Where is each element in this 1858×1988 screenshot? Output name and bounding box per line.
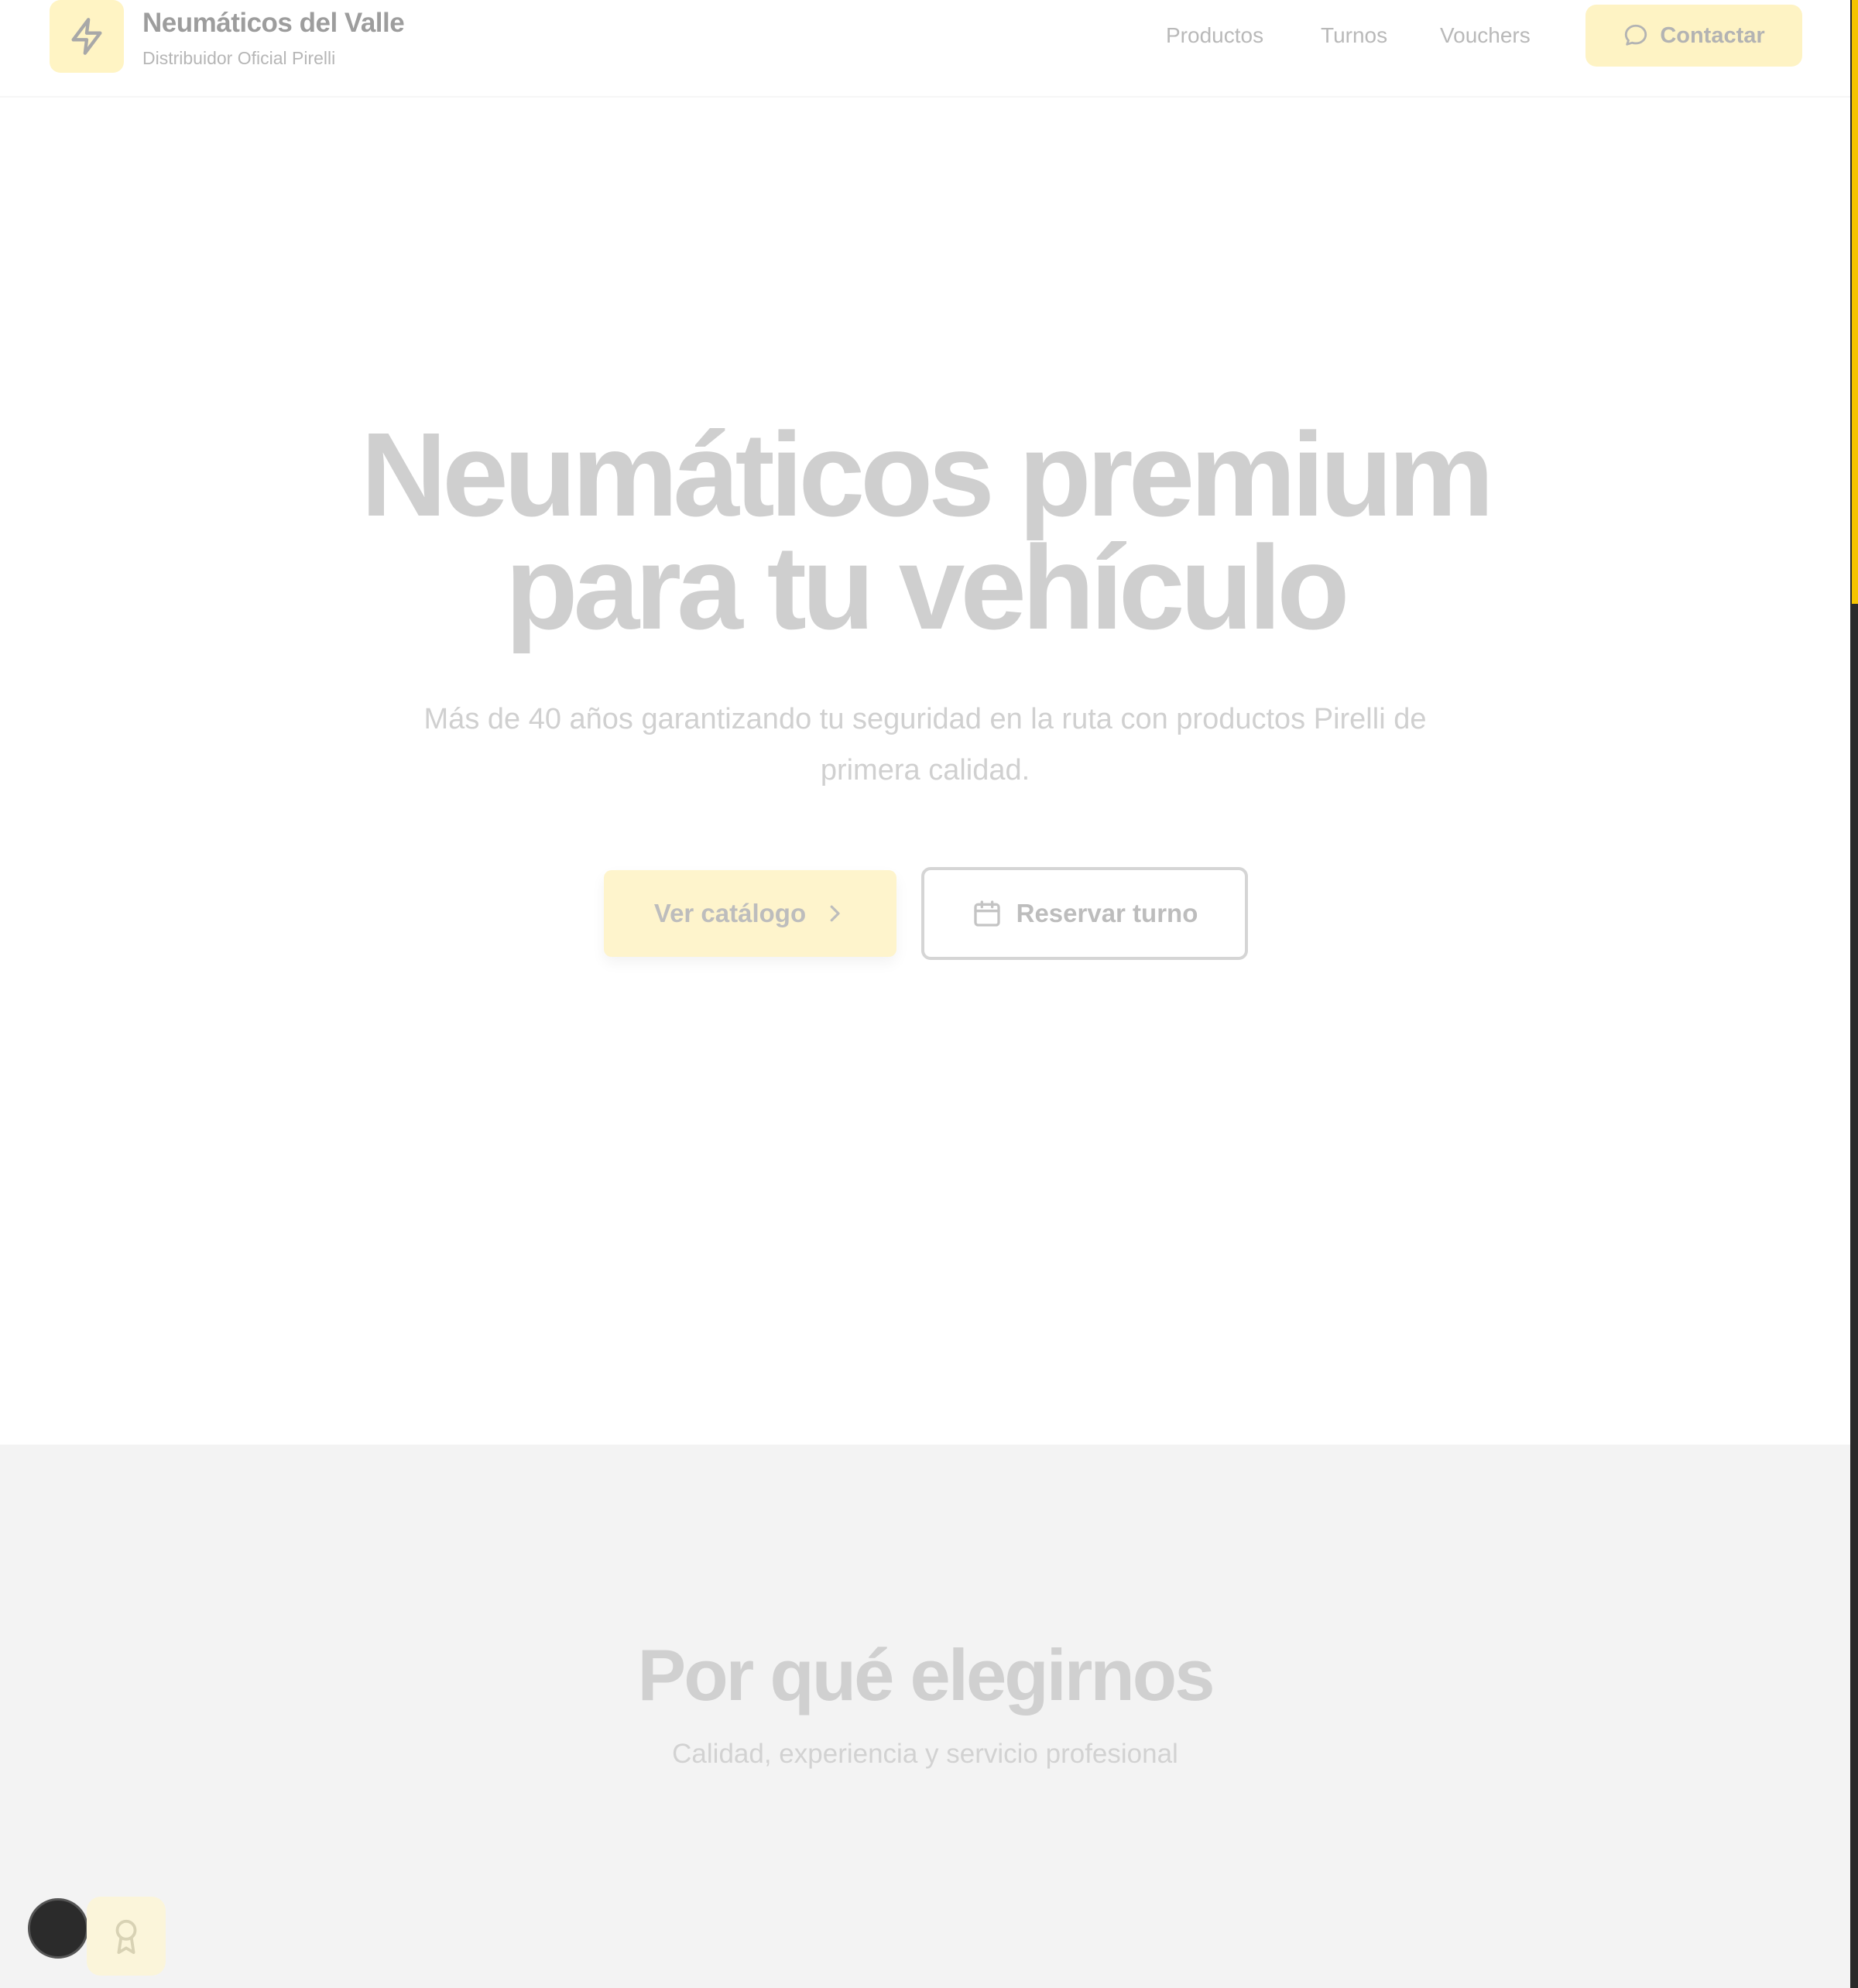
lightning-bolt-icon [71, 18, 102, 55]
features-subtitle: Calidad, experiencia y servicio profesio… [672, 1739, 1178, 1769]
contact-button-label: Contactar [1660, 22, 1765, 48]
catalog-button-label: Ver catálogo [653, 899, 807, 927]
hero-subtitle: Más de 40 años garantizando tu seguridad… [423, 703, 1427, 787]
floating-award-button[interactable] [87, 1897, 166, 1976]
nav-vouchers[interactable]: Vouchers [1440, 23, 1531, 48]
site-header: Neumáticos del Valle Distribuidor Oficia… [0, 0, 1850, 98]
page: Neumáticos del Valle Distribuidor Oficia… [0, 0, 1858, 1988]
nav-turnos[interactable]: Turnos [1321, 23, 1387, 48]
award-icon [115, 1919, 137, 1954]
features-title: Por qué elegirnos [637, 1634, 1215, 1716]
chat-bubble-icon [1625, 24, 1647, 46]
scrollbar-thumb[interactable] [1852, 0, 1858, 604]
book-appointment-button[interactable]: Reservar turno [921, 867, 1248, 960]
nav-productos[interactable]: Productos [1166, 23, 1263, 48]
chevron-right-icon [830, 905, 840, 922]
hero-title: Neumáticos premium para tu vehículo [0, 415, 1850, 647]
floating-dark-button[interactable] [28, 1898, 88, 1959]
brand-name[interactable]: Neumáticos del Valle [142, 8, 405, 39]
logo[interactable] [50, 0, 124, 73]
book-appointment-label: Reservar turno [1016, 899, 1198, 927]
calendar-icon [973, 900, 1000, 927]
hero-title-line-2: para tu vehículo [505, 521, 1350, 654]
catalog-button[interactable]: Ver catálogo [604, 870, 896, 957]
brand-subtitle: Distribuidor Oficial Pirelli [142, 48, 336, 68]
contact-button[interactable]: Contactar [1585, 5, 1802, 67]
